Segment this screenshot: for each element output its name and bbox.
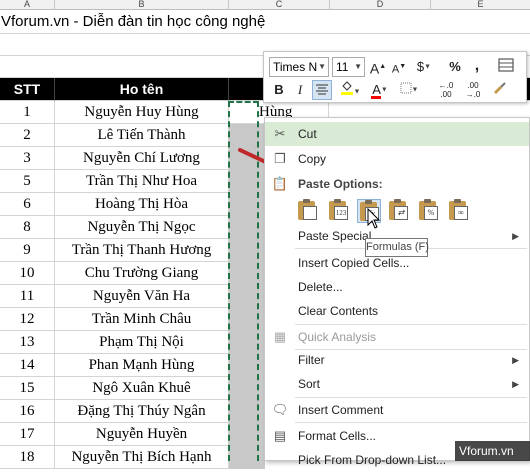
menu-item-label: Quick Analysis — [298, 330, 377, 344]
font-name-box[interactable]: Times N ▼ — [269, 57, 329, 77]
paste-options-header-row: 📋 Paste Options: — [265, 172, 529, 196]
menu-separator — [295, 422, 527, 423]
borders-icon — [400, 82, 412, 94]
italic-button[interactable]: I — [290, 80, 310, 100]
borders-button[interactable]: ▼ — [396, 80, 422, 100]
chevron-right-icon: ▶ — [512, 355, 519, 365]
chevron-down-icon[interactable]: ▼ — [354, 58, 362, 76]
mouse-cursor-icon — [367, 208, 381, 229]
align-center-button[interactable] — [312, 80, 332, 100]
font-size-value: 11 — [336, 60, 349, 74]
format-painter-icon[interactable] — [496, 57, 516, 77]
font-color-letter: A — [372, 82, 381, 97]
chevron-right-icon: ▶ — [512, 379, 519, 389]
paste-link-icon[interactable]: ∞ — [447, 199, 471, 223]
context-menu: ✂ Cut ❐ Copy 📋 Paste Options: 123 fx ⇄ %… — [264, 117, 530, 467]
font-color-button[interactable]: A ▼ — [366, 80, 394, 100]
watermark: Vforum.vn — [455, 441, 530, 461]
align-center-icon — [316, 84, 328, 95]
chevron-down-icon[interactable]: ▼ — [318, 58, 326, 76]
format-cells-icon: ▤ — [273, 428, 287, 443]
paste-transpose-icon[interactable]: ⇄ — [387, 199, 411, 223]
paste-icon[interactable] — [296, 199, 320, 223]
increase-font-size-button[interactable]: A▲ — [368, 57, 388, 77]
scissors-icon: ✂ — [274, 126, 286, 141]
menu-item-cut[interactable]: ✂ Cut — [265, 122, 529, 146]
menu-item-label: Cut — [298, 127, 317, 141]
menu-item-label: Insert Comment — [298, 403, 384, 417]
font-grow-label: A — [369, 60, 380, 77]
fill-color-button[interactable]: ▼ — [336, 80, 364, 100]
accounting-format-button[interactable]: $▼ — [414, 57, 434, 77]
decrease-decimal-button[interactable]: .00 →.0 — [461, 80, 485, 100]
paste-options-header: Paste Options: — [298, 177, 383, 191]
menu-item-label: Copy — [298, 152, 327, 166]
menu-item-label: Clear Contents — [298, 304, 379, 318]
paint-bucket-icon — [340, 81, 353, 95]
paintbrush-icon — [493, 82, 506, 95]
increase-decimal-button[interactable]: ←.0 .00 — [434, 80, 458, 100]
format-painter-button[interactable] — [490, 80, 510, 100]
menu-item-filter[interactable]: Filter ▶ — [265, 348, 529, 372]
mini-toolbar: Times N ▼ 11 ▼ A▲ A▼ $▼ % , B I ▼ A ▼ ▼ … — [263, 51, 527, 103]
copy-icon: ❐ — [274, 151, 286, 166]
menu-item-label: Pick From Drop-down List... — [298, 453, 447, 467]
decrease-font-size-button[interactable]: A▼ — [389, 57, 409, 77]
chevron-right-icon: ▶ — [512, 231, 519, 241]
comma-style-button[interactable]: , — [467, 56, 487, 76]
menu-item-label: Delete... — [298, 280, 343, 294]
menu-item-insert-comment[interactable]: 🗨 Insert Comment — [265, 398, 529, 422]
paste-percent-icon[interactable]: % — [417, 199, 441, 223]
paste-formulas-tooltip: Formulas (F) — [365, 238, 429, 257]
menu-item-clear-contents[interactable]: Clear Contents — [265, 299, 529, 323]
menu-item-copy[interactable]: ❐ Copy — [265, 147, 529, 171]
font-name-value: Times N — [273, 60, 318, 74]
menu-item-label: Sort — [298, 377, 321, 391]
menu-item-delete[interactable]: Delete... — [265, 275, 529, 299]
menu-item-quick-analysis[interactable]: ▦ Quick Analysis — [265, 325, 529, 349]
paste-values-icon[interactable]: 123 — [327, 199, 351, 223]
percent-style-button[interactable]: % — [445, 57, 465, 77]
bold-button[interactable]: B — [269, 80, 289, 100]
comment-icon: 🗨 — [271, 402, 289, 417]
font-size-box[interactable]: 11 ▼ — [332, 57, 365, 77]
quick-analysis-icon: ▦ — [273, 329, 287, 344]
menu-item-label: Format Cells... — [298, 429, 377, 443]
menu-item-sort[interactable]: Sort ▶ — [265, 372, 529, 396]
menu-item-label: Filter — [298, 353, 325, 367]
paste-icon: 📋 — [271, 176, 289, 191]
